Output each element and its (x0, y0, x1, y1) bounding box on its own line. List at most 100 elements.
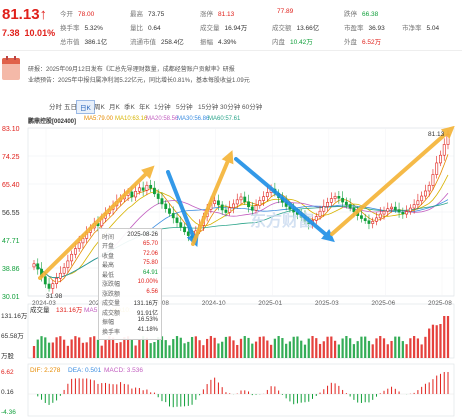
macd-tick: 6.62 (1, 369, 14, 376)
quote-cell: 市净率 5.04 (402, 25, 440, 32)
volume-legend-label: 成交量 (30, 305, 50, 314)
candle-body (160, 198, 164, 205)
volume-bar (356, 341, 359, 358)
volume-bar (239, 338, 243, 358)
date-tick: 2025-06 (371, 300, 395, 307)
volume-bar (221, 341, 224, 358)
candle-body (360, 215, 363, 219)
volume-bar (349, 338, 352, 358)
volume-bar (371, 344, 374, 358)
volume-bar (341, 338, 344, 358)
candle-body (397, 209, 401, 213)
dif-label: DIF: 2.278 (30, 367, 61, 374)
notice-research[interactable]: 研报：2025年09月12日发布《汇总先导理财数量，成都经营账户贡献率》研报 (28, 64, 235, 73)
volume-bar (401, 341, 404, 358)
tooltip-row: 换手率 41.18% (102, 326, 158, 336)
candle-body (378, 213, 382, 219)
candle-body (186, 231, 190, 236)
volume-bar (285, 343, 288, 358)
candle-body (156, 193, 160, 199)
volume-bar (394, 336, 397, 358)
ma-legend-item: MA5:79.00 (84, 116, 114, 122)
candle-body (243, 196, 247, 203)
volume-bar (382, 338, 386, 358)
candle-body (262, 196, 266, 201)
volume-bar (202, 345, 205, 358)
macd-tick: -4.36 (1, 409, 16, 416)
candle-body (228, 207, 232, 213)
volume-panel: 成交量131.16万MA5:MA10:131.16万65.58万万股 (1, 303, 455, 360)
date-tick: 2024-03 (32, 300, 56, 307)
quote-cell: 内盘 10.42万 (272, 39, 313, 46)
volume-bar (330, 336, 333, 358)
watermark: 东方财富 (250, 211, 314, 230)
candle-body (254, 205, 258, 211)
volume-bar (100, 345, 103, 358)
date-tick: 2024-10 (202, 300, 226, 307)
ma-lines (33, 154, 449, 283)
volume-tick: 65.58万 (1, 332, 24, 340)
candle-body (337, 196, 341, 199)
volume-bar (326, 336, 329, 358)
candle-body (386, 208, 390, 212)
candle-body (141, 187, 145, 191)
volume-bar (360, 336, 363, 358)
tab-11[interactable]: 60分钟 (239, 100, 265, 112)
candle-body (401, 211, 405, 215)
volume-bar (273, 338, 276, 358)
volume-bar (386, 344, 389, 358)
volume-bar (51, 342, 54, 358)
notice-forecast[interactable]: 业绩预告：2025年中报归属净利润5.22亿元，同比增长0.81%，基本每股收益… (28, 75, 250, 84)
tab-8[interactable]: 5分钟 (173, 100, 196, 112)
volume-bar (134, 345, 137, 358)
ma-line (33, 174, 449, 279)
volume-bar (130, 339, 133, 358)
tooltip-date-label: 时间 (102, 235, 115, 241)
candle-body (51, 283, 55, 289)
volume-tick: 万股 (1, 352, 15, 360)
ma-line (33, 154, 449, 283)
volume-bar (405, 344, 408, 358)
tooltip-row: 成交量 131.16万 (102, 301, 158, 307)
volume-bar (258, 336, 261, 358)
volume-bar (443, 316, 446, 358)
price-change: 7.38 10.01% (2, 28, 56, 38)
chart-grid (27, 127, 455, 297)
quote-cell: 成交量 16.94万 (200, 25, 248, 32)
quote-cell: 流通市值 258.4亿 (130, 39, 184, 46)
candle-body (393, 206, 397, 210)
volume-tick: 131.16万 (1, 312, 28, 320)
volume-bar (123, 337, 126, 358)
candle-body (446, 133, 450, 145)
quote-cell: 换手率 5.32% (60, 25, 103, 32)
volume-bar (47, 342, 51, 358)
candle-body (58, 272, 62, 279)
kline-chart[interactable]: 83.10 74.25 65.40 56.55 47.71 38.86 30.01 2024… (0, 126, 462, 419)
volume-bar (364, 336, 367, 358)
dea-label: DEA: 0.501 (68, 367, 102, 374)
ma-legend-item: MA30:56.86 (177, 116, 210, 122)
tooltip-row: 涨跌额 6.56 (102, 288, 158, 298)
candle-body (149, 184, 153, 189)
tab-7[interactable]: 1分钟 (151, 100, 174, 112)
candle-body (220, 204, 224, 211)
volume-bar (288, 341, 292, 358)
volume-bar (236, 344, 239, 358)
candle-body (55, 278, 59, 284)
candle-body (36, 263, 40, 270)
ma-line (33, 199, 449, 279)
volume-bar (435, 325, 438, 358)
quote-cell: 外盘 6.52万 (344, 39, 382, 46)
price-tick: 47.71 (2, 238, 20, 245)
stock-name: 鹏鼎控股[002400] (28, 119, 77, 125)
volume-bar (413, 336, 416, 358)
candle-body (412, 204, 416, 209)
macd-panel: DIF: 2.278 DEA: 0.501 MACD: 3.536 6.62 0.16 -… (1, 363, 455, 417)
volume-legend-value: 131.16万 (56, 306, 83, 314)
volume-bar (269, 344, 273, 358)
min-price-label: 31.98 (46, 293, 63, 300)
quote-cell: 振幅 4.39% (200, 39, 237, 46)
quote-cell: 今开 78.00 (60, 11, 95, 18)
volume-bar (300, 340, 303, 358)
calendar-icon (2, 56, 20, 80)
